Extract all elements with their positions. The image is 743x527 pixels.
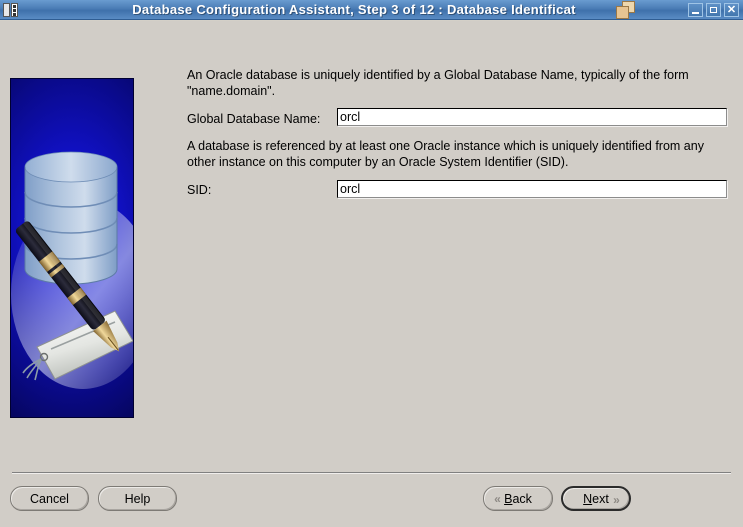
next-button-rest: ext xyxy=(592,491,609,506)
next-button-label: Next xyxy=(583,492,609,506)
cancel-button[interactable]: Cancel xyxy=(10,486,89,511)
next-button[interactable]: Next » xyxy=(561,486,631,511)
database-identification-illustration xyxy=(10,78,134,418)
title-text-container: Database Configuration Assistant, Step 3… xyxy=(20,0,688,20)
footer-button-bar: Cancel Help « Back Next » 首字典教程网 jiaoche… xyxy=(0,472,743,527)
global-db-name-label: Global Database Name: xyxy=(187,112,321,126)
close-button[interactable]: ✕ xyxy=(724,2,739,17)
footer-separator xyxy=(12,472,731,474)
window-menu-icon[interactable] xyxy=(2,2,20,18)
window-menu-icon-strip xyxy=(3,2,10,17)
chevron-left-icon: « xyxy=(494,492,501,506)
window-menu-icon-dot xyxy=(13,4,16,8)
window-controls: ✕ xyxy=(688,2,743,17)
cascade-windows-icon-front xyxy=(616,5,629,19)
close-icon: ✕ xyxy=(726,3,737,16)
illustration-svg xyxy=(11,151,133,389)
global-db-name-input[interactable] xyxy=(337,108,727,126)
window-menu-icon-dot xyxy=(13,8,16,12)
back-button[interactable]: « Back xyxy=(483,486,553,511)
help-button-label: Help xyxy=(124,491,151,506)
minimize-icon xyxy=(692,11,699,14)
database-configuration-assistant-window: Database Configuration Assistant, Step 3… xyxy=(0,0,743,527)
sid-label: SID: xyxy=(187,183,212,197)
title-bar[interactable]: Database Configuration Assistant, Step 3… xyxy=(0,0,743,20)
chevron-right-icon: » xyxy=(613,493,620,507)
minimize-button[interactable] xyxy=(688,2,703,17)
maximize-icon xyxy=(710,6,717,13)
window-title: Database Configuration Assistant, Step 3… xyxy=(132,1,576,17)
cancel-button-label: Cancel xyxy=(30,491,69,506)
window-menu-icon-dot xyxy=(13,12,16,16)
cascade-windows-icon[interactable] xyxy=(616,0,636,20)
back-button-rest: ack xyxy=(512,491,532,506)
help-button[interactable]: Help xyxy=(98,486,177,511)
next-button-mnemonic: N xyxy=(583,491,593,506)
sid-paragraph: A database is referenced by at least one… xyxy=(187,139,704,169)
maximize-button[interactable] xyxy=(706,2,721,17)
sid-input[interactable] xyxy=(337,180,727,198)
database-cylinder-shape xyxy=(24,151,118,285)
content-area: An Oracle database is uniquely identifie… xyxy=(0,21,743,472)
intro-paragraph: An Oracle database is uniquely identifie… xyxy=(187,68,689,98)
back-button-label: Back xyxy=(504,492,532,506)
